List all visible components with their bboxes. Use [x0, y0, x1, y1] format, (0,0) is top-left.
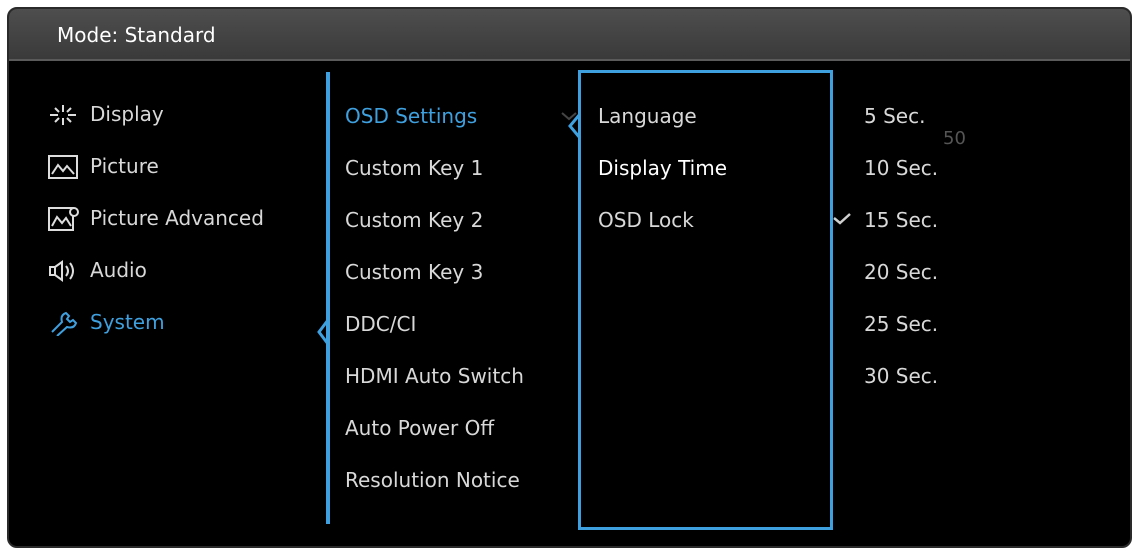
submenu-item-label: OSD Settings [345, 104, 478, 128]
menu-item-label: Picture Advanced [90, 206, 264, 230]
mode-title: Mode: Standard [57, 23, 216, 47]
speaker-icon [49, 260, 74, 282]
osd-item-label: OSD Lock [598, 208, 694, 232]
picture-icon [48, 155, 78, 179]
chevron-down-icon [561, 112, 577, 121]
option-label: 10 Sec. [864, 156, 939, 180]
menu-item-label: Audio [90, 258, 147, 282]
osd-settings-panel [578, 70, 833, 530]
submenu-item-label: Auto Power Off [345, 416, 495, 440]
title-bar: Mode: Standard [9, 9, 1130, 61]
picture-advanced-icon [48, 207, 79, 231]
option-label: 5 Sec. [864, 104, 926, 128]
submenu-item-label: Custom Key 1 [345, 156, 484, 180]
option-label: 25 Sec. [864, 312, 939, 336]
option-label: 15 Sec. [864, 208, 939, 232]
osd-menu-window: Mode: Standard [7, 7, 1132, 548]
submenu-item-label: HDMI Auto Switch [345, 364, 524, 388]
menu-item-label: System [90, 310, 165, 334]
check-icon [833, 213, 851, 225]
wrench-icon [51, 311, 78, 336]
display-icon [50, 105, 76, 125]
submenu-item-label: Resolution Notice [345, 468, 520, 492]
menu-item-label: Picture [90, 154, 159, 178]
option-label: 20 Sec. [864, 260, 939, 284]
submenu-item-label: DDC/CI [345, 312, 417, 336]
osd-item-label: Display Time [598, 156, 728, 180]
osd-item-label: Language [598, 104, 697, 128]
option-label: 30 Sec. [864, 364, 939, 388]
ghost-value: 50 [943, 128, 966, 149]
menu-item-label: Display [90, 102, 164, 126]
submenu-item-label: Custom Key 2 [345, 208, 484, 232]
submenu-item-label: Custom Key 3 [345, 260, 484, 284]
submenu-divider [326, 72, 330, 524]
